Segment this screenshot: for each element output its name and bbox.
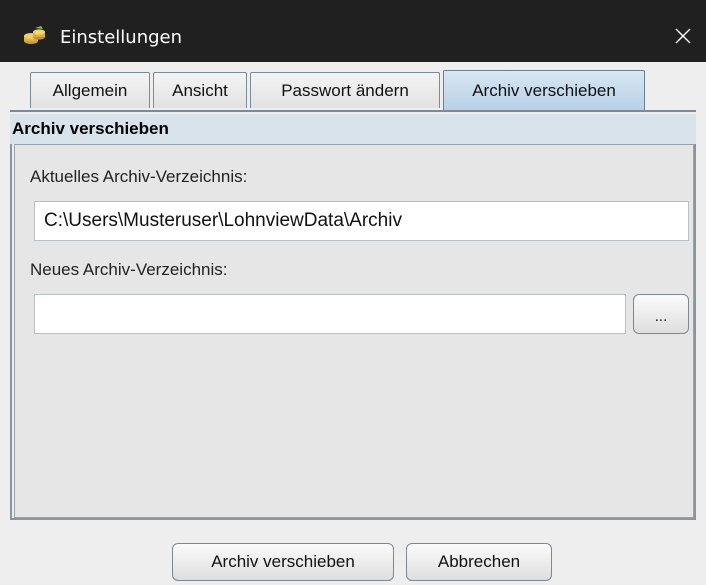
new-archive-field[interactable] (34, 294, 626, 334)
title-bar[interactable]: Einstellungen (0, 0, 706, 62)
tab-underline (10, 110, 696, 112)
close-button[interactable] (660, 18, 706, 58)
move-archive-button[interactable]: Archiv verschieben (172, 543, 394, 581)
tab-allgemein[interactable]: Allgemein (30, 72, 150, 108)
footer-separator (10, 518, 696, 520)
current-archive-label: Aktuelles Archiv-Verzeichnis: (30, 167, 248, 186)
panel-right-border (694, 144, 696, 518)
settings-dialog: Einstellungen Allgemein Ansicht Passwort… (0, 0, 706, 585)
tab-passwort-aendern[interactable]: Passwort ändern (250, 72, 440, 108)
cancel-button[interactable]: Abbrechen (406, 543, 552, 581)
panel-header: Archiv verschieben (10, 114, 696, 144)
tab-ansicht[interactable]: Ansicht (153, 72, 247, 108)
tab-archiv-verschieben[interactable]: Archiv verschieben (443, 70, 645, 110)
browse-button[interactable]: ... (633, 294, 689, 334)
dialog-content: Allgemein Ansicht Passwort ändern Archiv… (0, 62, 706, 585)
tab-bar: Allgemein Ansicht Passwort ändern Archiv… (0, 62, 706, 112)
coins-icon (23, 26, 47, 46)
close-icon (675, 28, 691, 49)
current-archive-field[interactable]: C:\Users\Musteruser\LohnviewData\Archiv (34, 201, 689, 241)
window-title: Einstellungen (60, 27, 183, 48)
panel-left-border (10, 144, 12, 518)
archive-panel: Aktuelles Archiv-Verzeichnis: C:\Users\M… (14, 144, 694, 518)
new-archive-label: Neues Archiv-Verzeichnis: (30, 260, 228, 279)
